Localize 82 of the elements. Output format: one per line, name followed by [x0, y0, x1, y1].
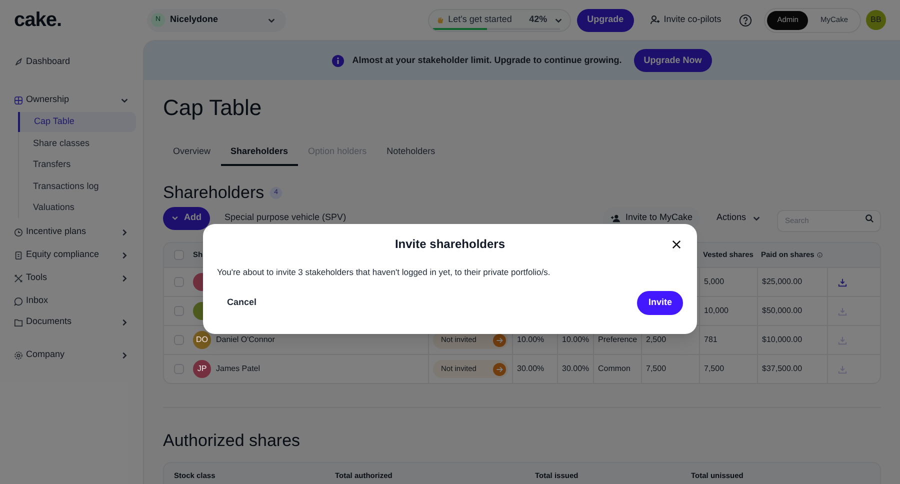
tab[interactable]: Overview [163, 139, 221, 166]
search-icon [865, 214, 874, 222]
chevron-right-icon [120, 318, 129, 326]
table-cell: 7,500 [646, 363, 666, 375]
chevron-right-icon [120, 250, 129, 260]
dialog-title: Invite shareholders [394, 236, 506, 253]
add-button[interactable]: Add [163, 206, 210, 230]
grid-icon [14, 96, 23, 104]
close-icon[interactable] [672, 240, 681, 249]
dialog-message: You're about to invite 3 stakeholders that haven't logged in yet, to their private portfolio/s. [216, 266, 552, 279]
table-cell: 5,000 [704, 276, 724, 288]
table-cell: 10.00% [562, 334, 590, 346]
sidebar-item[interactable]: Documents [10, 312, 133, 332]
hand-icon [436, 16, 446, 24]
chat-icon [14, 296, 23, 306]
table-cell: $25,000.00 [762, 276, 802, 288]
download-icon[interactable] [838, 278, 847, 286]
tools-icon [14, 274, 23, 282]
info-icon [332, 54, 344, 66]
upgrade-button[interactable]: Upgrade [577, 8, 634, 32]
onboarding-progress[interactable]: Let's get started 42% [428, 8, 572, 32]
chevron-down-icon [752, 214, 761, 222]
sidebar-item[interactable]: Tools [10, 268, 133, 288]
onboarding-percent: 42% [529, 13, 548, 26]
table-cell: 10.00% [517, 334, 544, 346]
section-title: Shareholders [163, 182, 264, 204]
invite-copilots-button[interactable]: Invite co-pilots [644, 8, 728, 32]
shareholder-name[interactable]: Daniel O'Connor [216, 334, 275, 346]
sidebar-item[interactable]: Incentive plans [10, 222, 133, 242]
invite-button[interactable]: Invite [637, 290, 683, 315]
section-title: Authorized shares [163, 430, 302, 452]
page-title: Cap Table [163, 94, 263, 122]
sidebar-item[interactable]: Inbox [10, 291, 133, 311]
sidebar-subitem[interactable]: Share classes [19, 134, 136, 154]
help-icon[interactable] [739, 14, 752, 26]
user-plus-icon [611, 214, 620, 222]
table-cell: $50,000.00 [762, 305, 802, 317]
send-icon [493, 362, 506, 376]
document-icon [14, 250, 23, 260]
sidebar-item[interactable]: Equity compliance [10, 245, 133, 265]
table-cell: 2,500 [646, 334, 666, 346]
table-cell: 30.00% [517, 363, 544, 375]
table-cell: Common [598, 363, 630, 375]
chevron-down-icon [171, 214, 179, 222]
avatar: JP [193, 360, 211, 378]
upgrade-now-button[interactable]: Upgrade Now [634, 49, 712, 72]
avatar: DO [193, 331, 211, 349]
logo[interactable]: cake. [14, 10, 62, 30]
chevron-right-icon [120, 228, 129, 236]
table-cell: 7,500 [704, 363, 724, 375]
cancel-button[interactable]: Cancel [217, 291, 267, 314]
sidebar-subitem[interactable]: Valuations [19, 198, 136, 218]
user-avatar[interactable]: BB [866, 10, 886, 30]
chevron-right-icon [120, 274, 129, 282]
company-name: Nicelydone [170, 13, 220, 26]
chevron-right-icon [120, 350, 129, 360]
clock-icon [14, 228, 23, 236]
onboarding-label: Let's get started [448, 13, 513, 26]
chevron-down-icon [267, 16, 276, 24]
sidebar-item[interactable]: Dashboard [10, 52, 133, 72]
chevron-down-icon [120, 96, 129, 104]
spv-link[interactable]: Special purpose vehicle (SPV) [224, 211, 604, 225]
tab[interactable]: Shareholders [220, 139, 298, 166]
actions-button[interactable]: Actions [708, 206, 769, 230]
sidebar-subitem[interactable]: Transfers [19, 155, 136, 175]
table-cell: Preference [598, 334, 638, 346]
sidebar-item[interactable]: Ownership [10, 90, 133, 110]
banner-message: Almost at your stakeholder limit. Upgrade to continue growing. [352, 54, 622, 67]
chevron-down-icon [554, 16, 564, 24]
table-cell: 781 [704, 334, 718, 346]
table-cell: 30.00% [562, 363, 590, 375]
sidebar-item[interactable]: Company [10, 345, 133, 365]
folder-icon [14, 318, 23, 326]
tab[interactable]: Noteholders [376, 139, 446, 166]
table-cell: $37,500.00 [762, 363, 802, 375]
shareholder-name[interactable]: James Patel [216, 363, 260, 375]
table-cell: $10,000.00 [762, 334, 802, 346]
user-plus-icon [650, 15, 660, 25]
sidebar-subitem[interactable]: Transactions log [19, 176, 136, 196]
info-icon [817, 251, 823, 259]
table-cell: 10,000 [704, 305, 728, 317]
sidebar-subitem[interactable]: Cap Table [18, 112, 136, 132]
